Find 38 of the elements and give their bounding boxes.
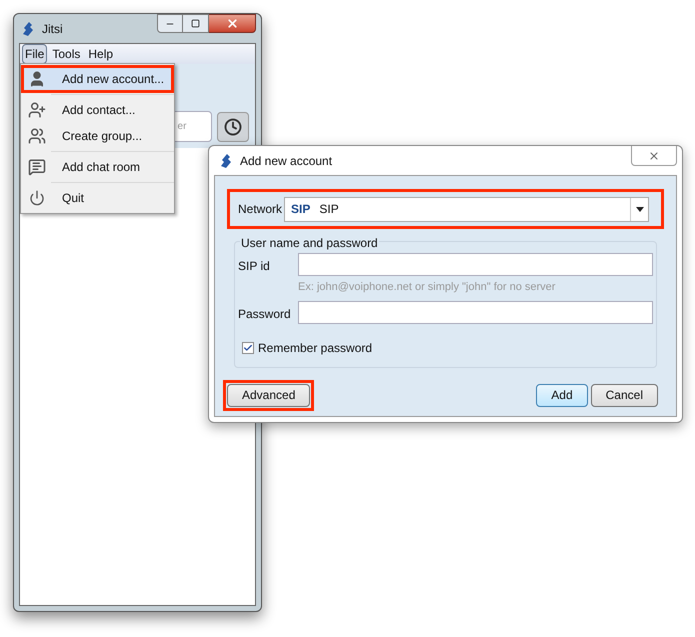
menu-entry[interactable]: Add chat room	[22, 154, 173, 180]
menu-entry[interactable]: Add contact...	[22, 97, 173, 123]
menu-entry[interactable]: Add new account...	[22, 66, 173, 92]
menu-item[interactable]: Help	[85, 44, 116, 64]
text-field[interactable]	[298, 300, 653, 324]
close-button[interactable]	[209, 14, 256, 33]
menu-entry[interactable]: Create group...	[22, 123, 173, 149]
clock-icon	[224, 118, 242, 136]
history-button[interactable]	[217, 112, 249, 142]
dialog-title: Add new account	[240, 152, 332, 170]
checkbox-label: Remember password	[258, 340, 372, 356]
maximize-button[interactable]	[183, 14, 209, 33]
dialog-button[interactable]: Cancel	[590, 384, 658, 406]
field-label: Password	[238, 306, 292, 322]
remember-checkbox[interactable]	[242, 342, 254, 354]
people-icon	[28, 127, 46, 145]
network-dropdown[interactable]: SIP SIP	[284, 196, 649, 222]
power-icon	[29, 190, 45, 206]
minimize-button[interactable]	[157, 14, 183, 33]
chat-icon	[28, 158, 46, 176]
field-label: SIP id	[238, 258, 271, 275]
text-field[interactable]	[298, 253, 653, 276]
logo-icon	[22, 22, 34, 36]
person-icon	[28, 70, 46, 88]
menu-entry[interactable]: Quit	[22, 185, 173, 211]
sip-logo: SIP	[291, 201, 310, 218]
dialog-button[interactable]: Add	[536, 384, 588, 406]
window-title: Jitsi	[42, 20, 63, 38]
logo-icon	[220, 154, 232, 168]
hint-text: Ex: john@voiphone.net or simply "john" for no server	[298, 280, 556, 295]
network-label: Network	[238, 201, 282, 218]
menu-item[interactable]: Tools	[49, 44, 84, 64]
add-person-icon	[28, 101, 46, 119]
menu-item[interactable]: File	[22, 44, 48, 64]
close-icon	[226, 17, 238, 30]
maximize-icon	[191, 19, 200, 28]
close-icon	[648, 150, 660, 162]
dialog-button[interactable]: Advanced	[227, 384, 310, 406]
